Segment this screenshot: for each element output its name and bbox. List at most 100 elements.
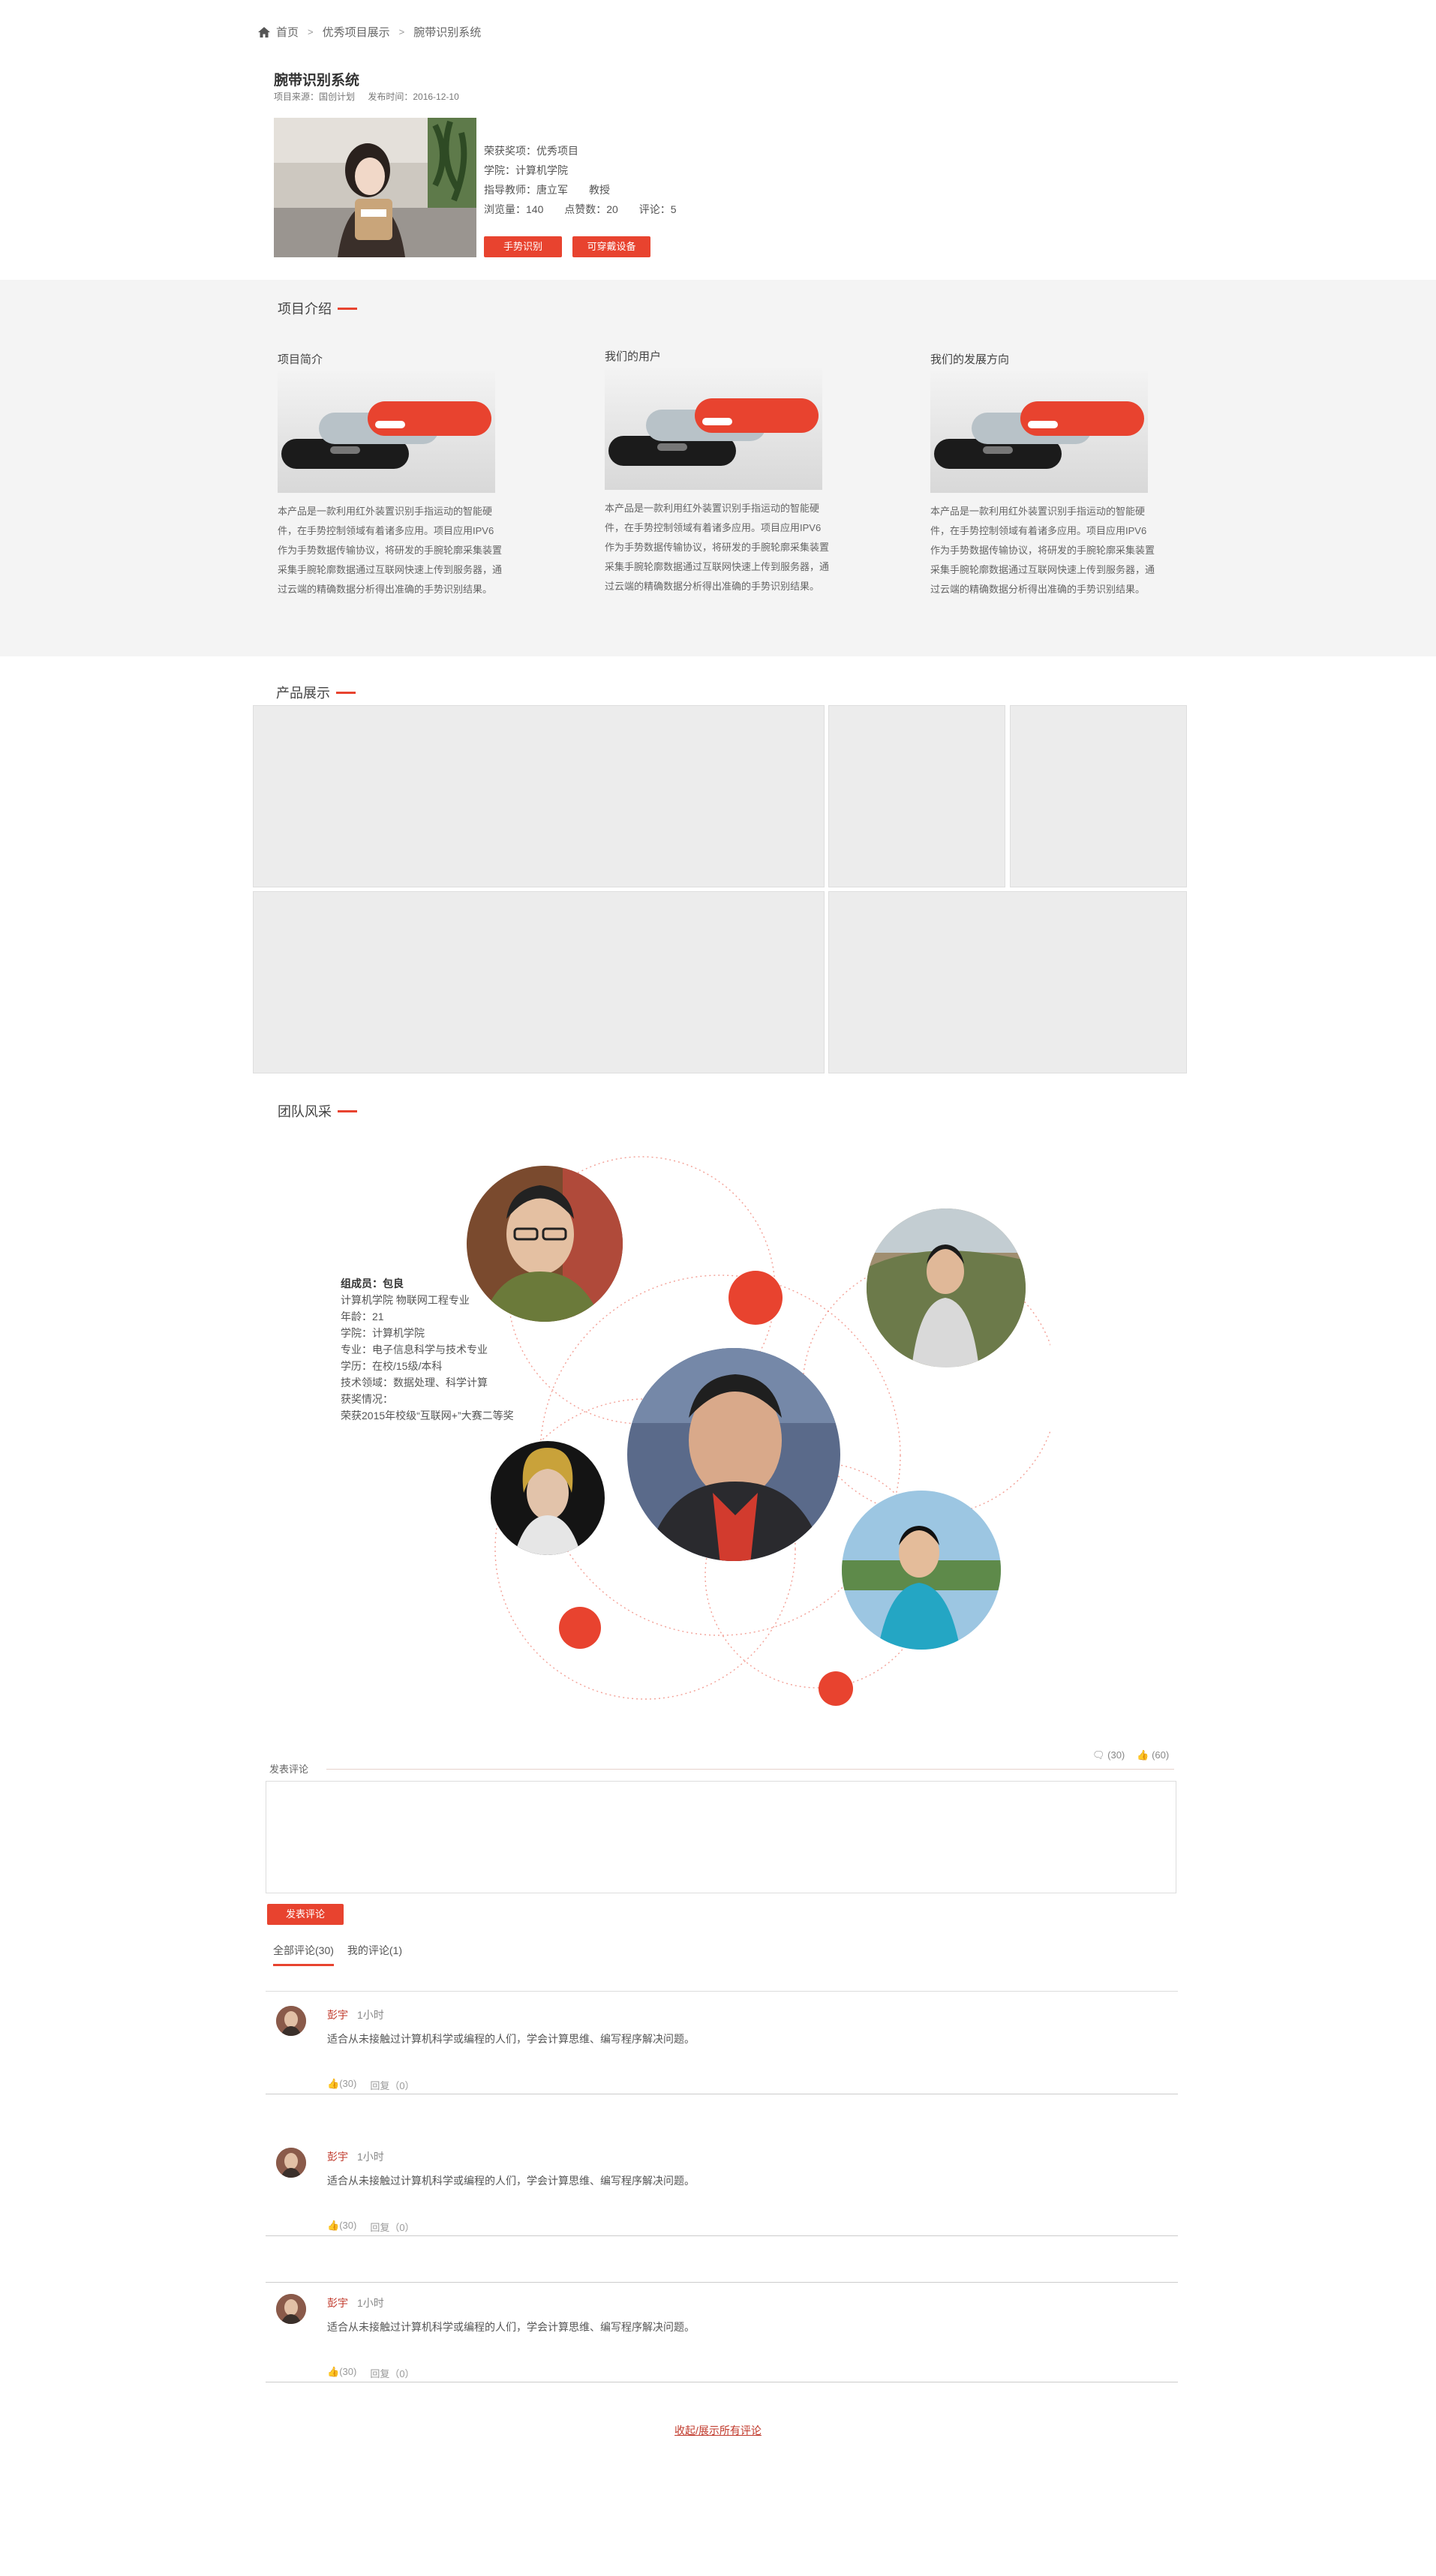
views-count: 浏览量：140 <box>484 203 544 215</box>
like-count[interactable]: 👍 (60) <box>1137 1749 1169 1761</box>
comment-actions: 👍(30) 回复（0） <box>327 2220 415 2234</box>
like-button[interactable]: 👍(30) <box>327 2366 356 2380</box>
breadcrumb-showcase[interactable]: 优秀项目展示 <box>323 24 390 40</box>
breadcrumb-separator: > <box>398 26 405 38</box>
comment-time: 1小时 <box>357 2009 384 2021</box>
reply-button[interactable]: 回复（0） <box>370 2366 414 2380</box>
comment-text: 适合从未接触过计算机科学或编程的人们，学会计算思维、编写程序解决问题。 <box>327 2175 695 2187</box>
like-button[interactable]: 👍(30) <box>327 2078 356 2092</box>
member-avatar-5[interactable] <box>842 1491 1001 1650</box>
intro-column-3: 我们的发展方向 本产品是一款利用红外装置识别手指运动的智能硬件，在手势控制领域有… <box>930 351 1155 599</box>
decor-dot <box>729 1271 783 1325</box>
toggle-all-comments-link[interactable]: 收起/展示所有评论 <box>0 2423 1436 2438</box>
comment-textarea[interactable] <box>266 1781 1176 1893</box>
project-hero-image <box>274 118 476 257</box>
wristband-image <box>930 371 1148 493</box>
product-image-2[interactable] <box>828 705 1005 887</box>
project-source: 项目来源：国创计划 <box>274 92 356 102</box>
comment-tabs: 全部评论(30) 我的评论(1) <box>273 1943 402 1966</box>
comment-count[interactable]: 🗨 (30) <box>1092 1749 1125 1761</box>
comment-actions: 👍(30) 回复（0） <box>327 2078 415 2092</box>
project-stats: 浏览量：140 点赞数：20 评论：5 <box>484 200 695 219</box>
breadcrumb-separator: > <box>308 26 314 38</box>
avatar[interactable] <box>276 2006 306 2036</box>
intro-column-2: 我们的用户 本产品是一款利用红外装置识别手指运动的智能硬件，在手势控制领域有着诸… <box>605 348 830 596</box>
member-avatar-2[interactable] <box>867 1208 1026 1369</box>
comment-actions: 👍(30) 回复（0） <box>327 2366 415 2380</box>
project-advisor: 指导教师：唐立军 教授 <box>484 184 610 196</box>
tab-my-comments[interactable]: 我的评论(1) <box>347 1943 402 1966</box>
wristband-image <box>605 368 822 490</box>
member-detail: 技术领域：数据处理、科学计算 <box>341 1377 488 1389</box>
comment-icon: 🗨 <box>1092 1749 1105 1761</box>
comment-user-link[interactable]: 彭宇 <box>327 2149 348 2164</box>
products-section-title: 产品展示 <box>276 683 356 702</box>
team-diagram <box>467 1156 1050 1706</box>
intro-section-title: 项目介绍 <box>278 299 357 318</box>
member-detail: 获奖情况： <box>341 1393 393 1405</box>
member-avatar-center[interactable] <box>627 1348 840 1564</box>
member-info: 组成员：包良 计算机学院 物联网工程专业 年龄：21 学院：计算机学院 专业：电… <box>341 1275 514 1424</box>
comment-user-link[interactable]: 彭宇 <box>327 2007 348 2022</box>
tab-all-comments[interactable]: 全部评论(30) <box>273 1943 334 1966</box>
intro-column-heading: 项目简介 <box>278 353 323 366</box>
member-detail: 学院：计算机学院 <box>341 1327 425 1339</box>
product-image-5[interactable] <box>828 891 1187 1073</box>
product-image-4[interactable] <box>253 891 825 1073</box>
intro-column-text: 本产品是一款利用红外装置识别手指运动的智能硬件，在手势控制领域有着诸多应用。项目… <box>278 506 503 595</box>
likes-count: 点赞数：20 <box>564 203 618 215</box>
home-icon <box>258 26 270 38</box>
avatar[interactable] <box>276 2294 306 2324</box>
intro-column-heading: 我们的发展方向 <box>930 353 1010 366</box>
member-detail: 学历：在校/15级/本科 <box>341 1360 443 1372</box>
decor-dot <box>559 1607 601 1649</box>
comment-form-label: 发表评论 <box>269 1764 309 1775</box>
page-title: 腕带识别系统 <box>274 73 360 89</box>
thumbs-up-icon: 👍 <box>327 2366 340 2377</box>
product-image-1[interactable] <box>253 705 825 887</box>
project-award: 荣获奖项：优秀项目 <box>484 145 578 157</box>
member-avatar-4[interactable] <box>491 1441 605 1557</box>
reply-button[interactable]: 回复（0） <box>370 2078 414 2092</box>
thumbs-up-icon: 👍 <box>327 2220 340 2231</box>
comment-text: 适合从未接触过计算机科学或编程的人们，学会计算思维、编写程序解决问题。 <box>327 2321 695 2333</box>
comment-item: 彭宇 1小时 适合从未接触过计算机科学或编程的人们，学会计算思维、编写程序解决问… <box>266 2280 1178 2382</box>
thumbs-up-icon: 👍 <box>1137 1749 1149 1761</box>
breadcrumb-current: 腕带识别系统 <box>413 26 482 39</box>
avatar[interactable] <box>276 2148 306 2178</box>
project-date: 发布时间：2016-12-10 <box>368 92 459 102</box>
comment-counts: 🗨 (30) 👍 (60) <box>1092 1749 1169 1761</box>
divider <box>266 2235 1178 2236</box>
divider <box>326 1769 1174 1770</box>
comment-item: 彭宇 1小时 适合从未接触过计算机科学或编程的人们，学会计算思维、编写程序解决问… <box>266 2134 1178 2236</box>
breadcrumb-home[interactable]: 首页 <box>276 24 299 40</box>
member-detail: 荣获2015年校级“互联网+”大赛二等奖 <box>341 1410 514 1422</box>
comment-time: 1小时 <box>357 2151 384 2163</box>
reply-button[interactable]: 回复（0） <box>370 2220 414 2234</box>
thumbs-up-icon: 👍 <box>327 2078 340 2089</box>
comments-count: 评论：5 <box>638 203 677 215</box>
comment-text: 适合从未接触过计算机科学或编程的人们，学会计算思维、编写程序解决问题。 <box>327 2033 695 2045</box>
wristband-image <box>278 371 495 493</box>
submit-comment-button[interactable]: 发表评论 <box>267 1904 344 1925</box>
like-button[interactable]: 👍(30) <box>327 2220 356 2234</box>
decor-dot <box>819 1671 853 1706</box>
tag-gesture-button[interactable]: 手势识别 <box>484 236 562 257</box>
intro-column-heading: 我们的用户 <box>605 350 662 363</box>
product-image-3[interactable] <box>1010 705 1187 887</box>
member-detail: 年龄：21 <box>341 1311 384 1323</box>
intro-column-1: 项目简介 本产品是一款利用红外装置识别手指运动的智能硬件，在手势控制领域有着诸多… <box>278 351 503 599</box>
intro-column-text: 本产品是一款利用红外装置识别手指运动的智能硬件，在手势控制领域有着诸多应用。项目… <box>930 506 1155 595</box>
comment-time: 1小时 <box>357 2297 384 2309</box>
project-college: 学院：计算机学院 <box>484 164 568 176</box>
intro-column-text: 本产品是一款利用红外装置识别手指运动的智能硬件，在手势控制领域有着诸多应用。项目… <box>605 503 830 592</box>
project-meta: 项目来源：国创计划 发布时间：2016-12-10 <box>274 90 470 103</box>
project-info: 荣获奖项：优秀项目 学院：计算机学院 指导教师：唐立军 教授 浏览量：140 点… <box>484 141 695 219</box>
divider <box>266 1991 1178 1992</box>
member-detail: 计算机学院 物联网工程专业 <box>341 1294 470 1306</box>
tag-wearable-button[interactable]: 可穿戴设备 <box>572 236 650 257</box>
breadcrumb: 首页 > 优秀项目展示 > 腕带识别系统 <box>258 24 481 40</box>
member-detail: 专业：电子信息科学与技术专业 <box>341 1344 488 1356</box>
member-name: 组成员：包良 <box>341 1277 404 1290</box>
comment-user-link[interactable]: 彭宇 <box>327 2295 348 2310</box>
